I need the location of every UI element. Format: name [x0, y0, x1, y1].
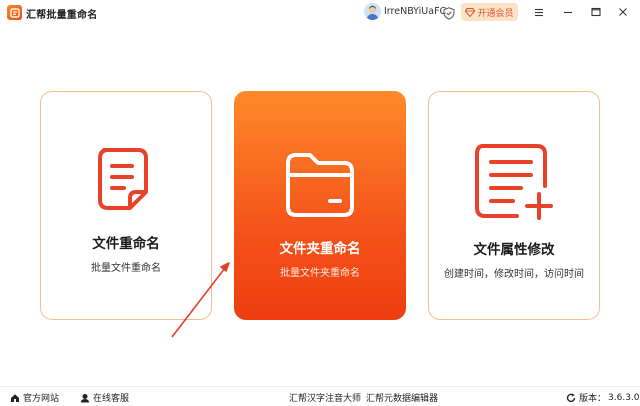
app-logo-icon — [7, 5, 22, 20]
support-label: 在线客服 — [93, 394, 130, 404]
pinyin-tool-label: 汇帮汉字注音大师 — [289, 394, 362, 404]
file-document-icon — [98, 148, 148, 210]
username[interactable]: IrreNBYiUaFC — [384, 6, 446, 17]
website-label: 官方网站 — [23, 394, 60, 404]
maximize-button[interactable] — [588, 4, 604, 20]
metadata-tool-label: 汇帮元数据编辑器 — [366, 394, 439, 404]
edit-list-icon — [475, 144, 553, 220]
support-link[interactable]: 在线客服 — [80, 391, 129, 404]
refresh-icon — [566, 393, 576, 402]
vip-shield-icon[interactable] — [443, 5, 455, 20]
title-bar: 汇帮批量重命名 IrreNBYiUaFC 开通会员 — [0, 0, 640, 26]
card-title: 文件属性修改 — [473, 242, 555, 258]
folder-rename-card[interactable]: 文件夹重命名 批量文件夹重命名 — [234, 91, 406, 320]
version-number: 3.6.3.0 — [608, 392, 640, 403]
card-title: 文件夹重命名 — [279, 241, 361, 257]
card-subtitle: 批量文件重命名 — [91, 263, 161, 274]
version-info[interactable]: 版本： 3.6.3.0 — [566, 391, 640, 404]
version-label: 版本： — [579, 394, 607, 404]
home-icon — [11, 393, 19, 402]
card-subtitle: 批量文件夹重命名 — [280, 268, 360, 279]
folder-icon — [286, 153, 354, 217]
headset-icon — [81, 393, 89, 402]
vip-upgrade-button[interactable]: 开通会员 — [461, 3, 518, 21]
close-button[interactable] — [615, 4, 631, 20]
avatar[interactable] — [364, 3, 381, 20]
minimize-icon — [564, 11, 572, 13]
diamond-icon — [465, 7, 476, 17]
metadata-tool-link[interactable]: 汇帮元数据编辑器 — [366, 391, 438, 404]
menu-button[interactable] — [531, 4, 547, 20]
minimize-button[interactable] — [560, 4, 576, 20]
close-icon — [619, 8, 627, 16]
file-attributes-card[interactable]: 文件属性修改 创建时间，修改时间，访问时间 — [428, 91, 600, 320]
maximize-icon — [591, 7, 601, 17]
footer-bar: 官方网站 在线客服 汇帮汉字注音大师 汇帮元数据编辑器 版本： 3.6.3.0 — [0, 386, 640, 406]
pinyin-tool-link[interactable]: 汇帮汉字注音大师 — [289, 391, 361, 404]
vip-upgrade-label: 开通会员 — [477, 8, 514, 19]
card-title: 文件重命名 — [92, 236, 160, 252]
app-title: 汇帮批量重命名 — [26, 10, 98, 21]
file-rename-card[interactable]: 文件重命名 批量文件重命名 — [40, 91, 212, 320]
website-link[interactable]: 官方网站 — [10, 391, 59, 404]
card-subtitle: 创建时间，修改时间，访问时间 — [444, 269, 584, 280]
hamburger-menu-icon — [535, 8, 543, 16]
